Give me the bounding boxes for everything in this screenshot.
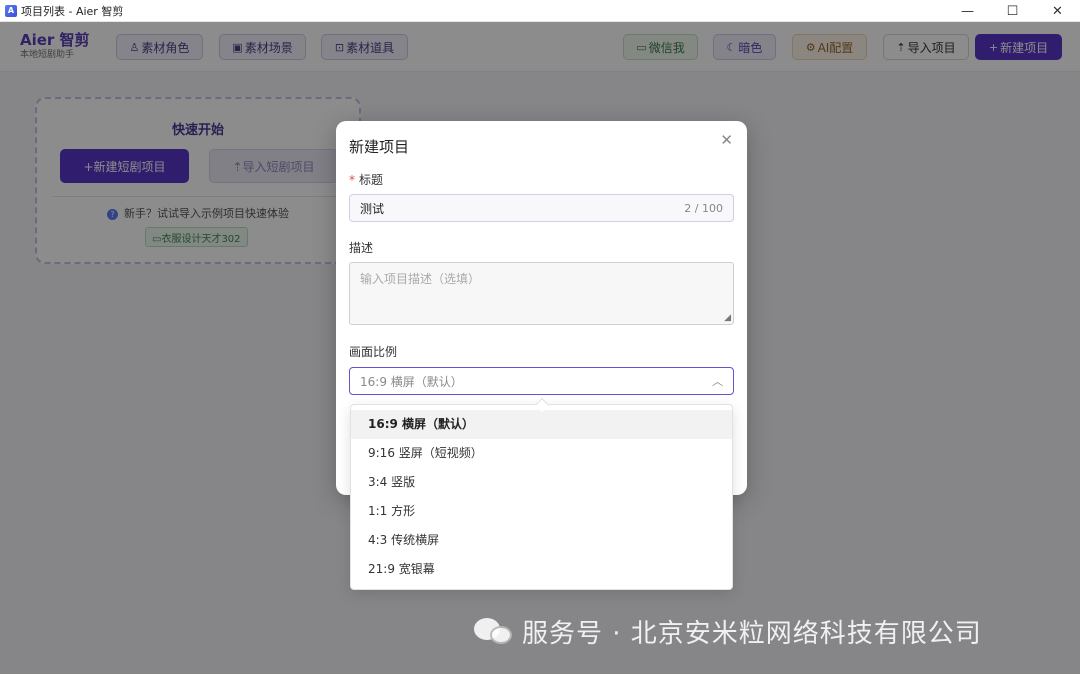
watermark-text: 服务号 · 北京安米粒网络科技有限公司: [522, 618, 982, 649]
aspect-ratio-select[interactable]: 16:9 横屏（默认） ︿: [349, 367, 734, 395]
ratio-option-3-4[interactable]: 3:4 竖版: [351, 468, 732, 497]
app-logo-icon: A: [5, 4, 17, 17]
desc-field-label: 描述: [349, 241, 374, 255]
aspect-ratio-selected: 16:9 横屏（默认）: [360, 374, 463, 389]
ratio-option-16-9[interactable]: 16:9 横屏（默认）: [351, 410, 732, 439]
title-label-text: 标题: [359, 173, 384, 187]
ratio-option-1-1[interactable]: 1:1 方形: [351, 497, 732, 526]
minimize-button[interactable]: —: [945, 0, 990, 22]
close-icon[interactable]: ✕: [720, 131, 733, 149]
dialog-title: 新建项目: [349, 138, 410, 156]
maximize-button[interactable]: ☐: [990, 0, 1035, 22]
watermark: 服务号 · 北京安米粒网络科技有限公司: [474, 612, 982, 650]
ratio-field-label: 画面比例: [349, 345, 398, 359]
resize-grip-icon[interactable]: ◢: [724, 313, 731, 323]
title-field-label: * 标题: [349, 171, 383, 188]
required-mark: *: [349, 173, 355, 187]
aspect-ratio-dropdown: 16:9 横屏（默认） 9:16 竖屏（短视频） 3:4 竖版 1:1 方形 4…: [350, 397, 733, 590]
window-title: 项目列表 - Aier 智剪: [21, 4, 124, 18]
window-titlebar: A 项目列表 - Aier 智剪 — ☐ ✕: [0, 0, 1080, 22]
ratio-option-9-16[interactable]: 9:16 竖屏（短视频）: [351, 439, 732, 468]
window-controls: — ☐ ✕: [945, 0, 1080, 22]
chevron-up-icon: ︿: [712, 375, 723, 388]
close-window-button[interactable]: ✕: [1035, 0, 1080, 22]
title-input-value: 测试: [360, 201, 385, 216]
title-char-count: 2 / 100: [684, 201, 723, 215]
desc-textarea[interactable]: 输入项目描述（选填） ◢: [349, 262, 734, 325]
desc-placeholder: 输入项目描述（选填）: [360, 272, 481, 286]
ratio-option-4-3[interactable]: 4:3 传统横屏: [351, 526, 732, 555]
title-input[interactable]: 测试 2 / 100: [349, 194, 734, 222]
ratio-option-21-9[interactable]: 21:9 宽银幕: [351, 555, 732, 584]
wechat-logo-icon: [474, 616, 514, 646]
